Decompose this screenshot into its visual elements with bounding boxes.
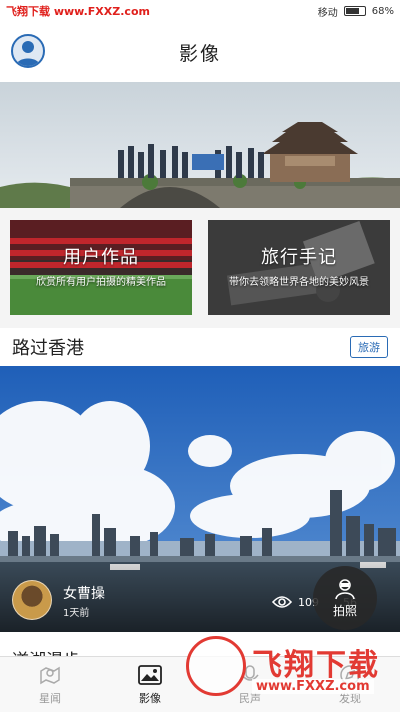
take-photo-button[interactable]: 拍照 [313,566,377,630]
image-icon [138,665,162,685]
user-works-card[interactable]: 用户作品 欣赏所有用户拍摄的精美作品 [10,220,192,315]
category-cards: 用户作品 欣赏所有用户拍摄的精美作品 旅行手记 带你去领略世界各地的美妙风景 [0,208,400,326]
section-title: 路过香港 [12,338,84,359]
map-pin-icon [40,666,60,685]
battery-percent: 68% [371,5,394,17]
battery-icon [343,6,366,16]
camera-person-icon [335,578,355,599]
post-time: 1天前 [63,608,90,619]
author-name[interactable]: 女曹操 [63,583,105,603]
discover-icon [340,665,360,685]
tab-voices[interactable]: 民声 [200,657,300,712]
travel-notes-title: 旅行手记 [261,247,337,268]
user-works-title: 用户作品 [63,247,139,268]
page-title: 影像 [178,42,221,65]
next-section-title: 逆湖漫步 [12,646,80,656]
section-header: 路过香港 旅游 [0,328,400,366]
carrier-label: 移动 [317,7,338,19]
voice-icon [241,665,259,681]
status-bar: 飞翔下载 www.FXXZ.com 移动 68% [0,0,400,22]
next-section-peek: 逆湖漫步 [0,632,400,656]
tab-discover-label: 发现 [339,692,361,705]
profile-avatar-button[interactable] [11,34,45,68]
app-header: 影像 [0,22,400,82]
user-avatar-icon [16,41,40,66]
travel-notes-card[interactable]: 旅行手记 带你去领略世界各地的美妙风景 [208,220,390,315]
eye-icon [272,596,292,608]
app-screen: 飞翔下载 www.FXXZ.com 移动 68% 影像 用户作品 欣赏所有用户拍… [0,0,400,712]
tab-news[interactable]: 星闻 [0,657,100,712]
category-tag-button[interactable]: 旅游 [350,336,388,358]
tab-images-label: 影像 [139,692,161,705]
bottom-tab-bar: 星闻 影像 民声 发现 [0,656,400,712]
tab-news-label: 星闻 [39,692,61,705]
author-avatar[interactable] [12,580,52,620]
tab-voices-label: 民声 [239,692,261,705]
top-watermark: 飞翔下载 www.FXXZ.com [6,5,150,18]
banner-image[interactable] [0,82,400,208]
take-photo-label: 拍照 [332,603,357,618]
tab-discover[interactable]: 发现 [300,657,400,712]
user-works-subtitle: 欣赏所有用户拍摄的精美作品 [36,277,166,288]
tab-images[interactable]: 影像 [100,657,200,712]
status-indicators: 移动 68% [318,4,394,19]
travel-notes-subtitle: 带你去领略世界各地的美妙风景 [229,277,369,288]
